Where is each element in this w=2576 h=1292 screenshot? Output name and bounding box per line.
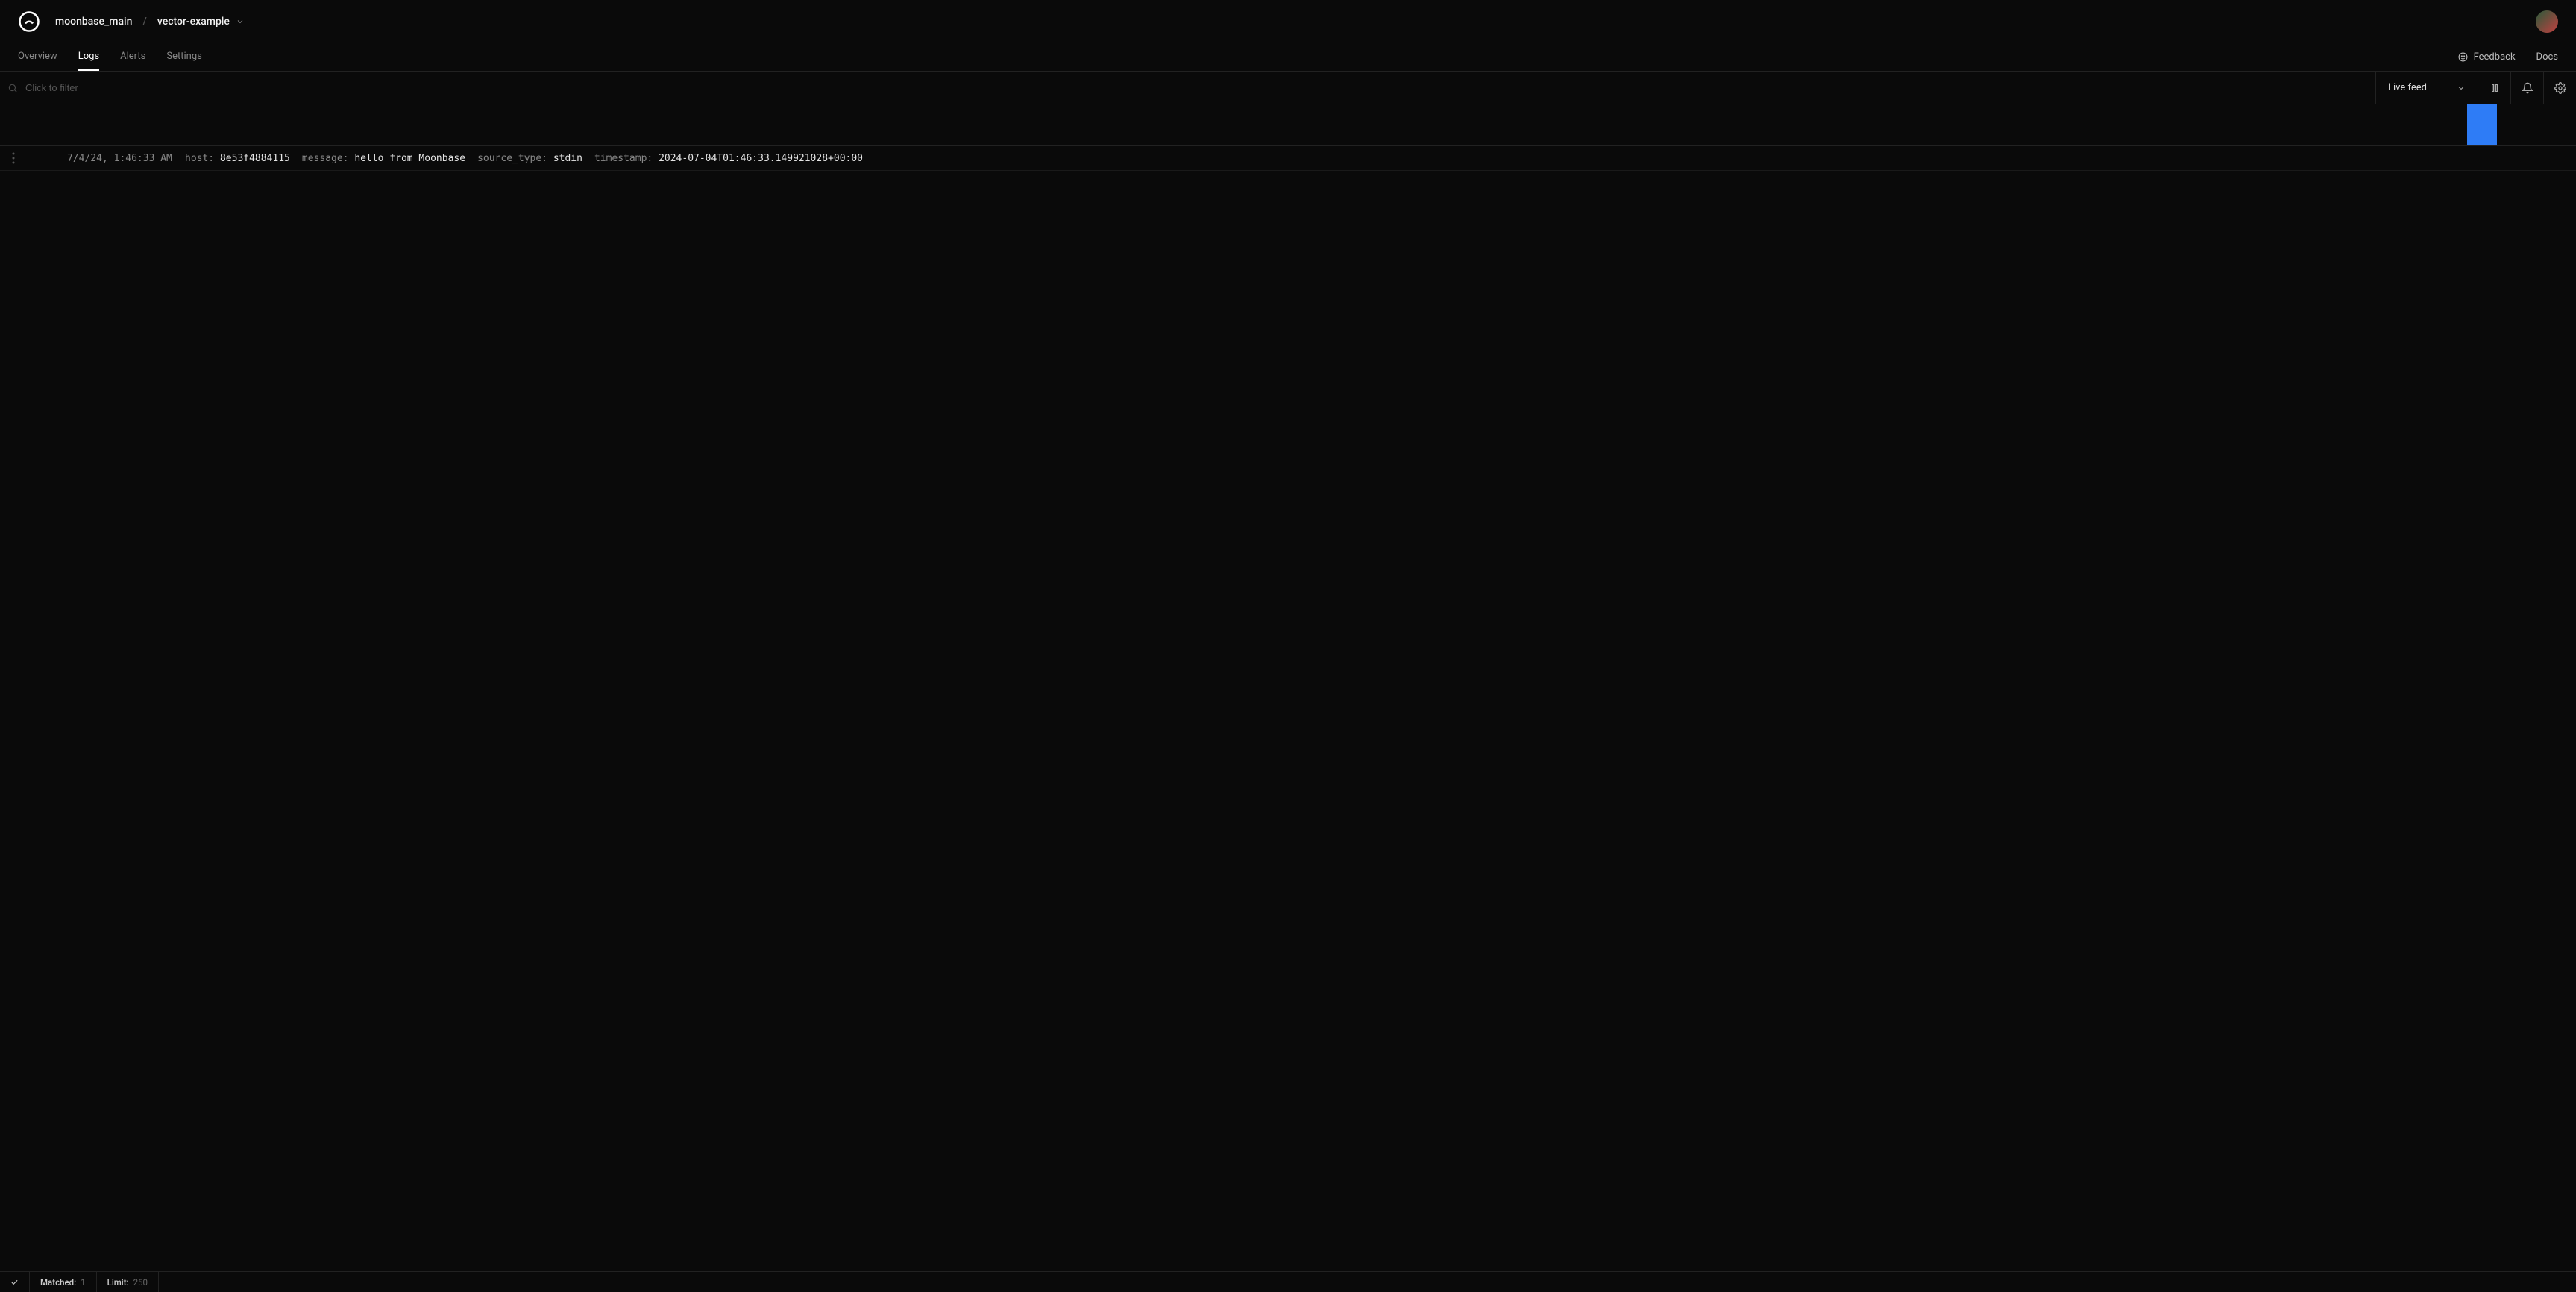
log-field-message: message: hello from Moonbase xyxy=(302,153,465,164)
footer-status[interactable] xyxy=(0,1272,30,1292)
tabs-right: Feedback Docs xyxy=(2458,51,2558,63)
toolbar: Live feed xyxy=(0,72,2576,104)
settings-button[interactable] xyxy=(2543,72,2576,104)
tab-alerts[interactable]: Alerts xyxy=(120,43,145,71)
log-field-value: 2024-07-04T01:46:33.149921028+00:00 xyxy=(659,153,863,164)
log-field-timestamp: timestamp: 2024-07-04T01:46:33.149921028… xyxy=(594,153,863,164)
log-field-host: host: 8e53f4884115 xyxy=(185,153,290,164)
breadcrumb-project-label: vector-example xyxy=(157,16,230,28)
tab-settings[interactable]: Settings xyxy=(166,43,201,71)
log-field-key: message: xyxy=(302,153,349,164)
feedback-label: Feedback xyxy=(2474,51,2516,63)
pause-button[interactable] xyxy=(2478,72,2510,104)
log-area: 7/4/24, 1:46:33 AM host: 8e53f4884115 me… xyxy=(0,146,2576,1271)
feed-dropdown-label: Live feed xyxy=(2388,82,2427,93)
search-icon xyxy=(7,83,18,93)
log-field-value: hello from Moonbase xyxy=(354,153,465,164)
tabs: Overview Logs Alerts Settings xyxy=(18,43,202,71)
log-field-value: stdin xyxy=(553,153,582,164)
docs-link[interactable]: Docs xyxy=(2536,51,2558,63)
app-logo[interactable] xyxy=(18,10,40,33)
pause-icon xyxy=(2489,82,2501,94)
check-icon xyxy=(10,1277,19,1288)
footer-limit-value: 250 xyxy=(133,1277,148,1288)
log-timestamp: 7/4/24, 1:46:33 AM xyxy=(31,153,173,164)
chevron-down-icon xyxy=(2457,84,2466,92)
log-field-key: host: xyxy=(185,153,214,164)
tabs-row: Overview Logs Alerts Settings Feedback D… xyxy=(0,43,2576,72)
footer-matched[interactable]: Matched: 1 xyxy=(30,1272,97,1292)
header-left: moonbase_main / vector-example xyxy=(18,10,245,33)
log-field-key: source_type: xyxy=(477,153,547,164)
log-field-value: 8e53f4884115 xyxy=(220,153,290,164)
log-row-menu[interactable] xyxy=(7,152,19,164)
gear-icon xyxy=(2554,82,2566,94)
chevron-down-icon xyxy=(236,17,245,26)
avatar[interactable] xyxy=(2536,10,2558,33)
histogram[interactable] xyxy=(0,104,2576,146)
footer: Matched: 1 Limit: 250 xyxy=(0,1271,2576,1292)
footer-matched-label: Matched: xyxy=(40,1277,76,1288)
bell-icon xyxy=(2522,82,2533,94)
breadcrumb: moonbase_main / vector-example xyxy=(55,16,245,28)
alerts-button[interactable] xyxy=(2510,72,2543,104)
footer-limit[interactable]: Limit: 250 xyxy=(97,1272,159,1292)
log-row[interactable]: 7/4/24, 1:46:33 AM host: 8e53f4884115 me… xyxy=(0,146,2576,171)
log-field-key: timestamp: xyxy=(594,153,653,164)
feed-dropdown[interactable]: Live feed xyxy=(2375,72,2478,104)
breadcrumb-separator: / xyxy=(142,16,146,28)
histogram-bar xyxy=(2467,104,2497,145)
tab-logs[interactable]: Logs xyxy=(78,43,99,71)
search-area[interactable] xyxy=(0,72,2375,104)
logo-icon xyxy=(18,10,40,33)
breadcrumb-project[interactable]: vector-example xyxy=(157,16,245,28)
more-vertical-icon xyxy=(12,152,15,164)
footer-matched-value: 1 xyxy=(81,1277,85,1288)
log-fields: host: 8e53f4884115 message: hello from M… xyxy=(185,153,863,164)
log-field-source-type: source_type: stdin xyxy=(477,153,582,164)
breadcrumb-workspace[interactable]: moonbase_main xyxy=(55,16,132,28)
header: moonbase_main / vector-example xyxy=(0,0,2576,43)
feedback-icon xyxy=(2458,52,2468,62)
feedback-link[interactable]: Feedback xyxy=(2458,51,2516,63)
footer-limit-label: Limit: xyxy=(107,1277,129,1288)
search-input[interactable] xyxy=(25,82,2368,93)
tab-overview[interactable]: Overview xyxy=(18,43,57,71)
